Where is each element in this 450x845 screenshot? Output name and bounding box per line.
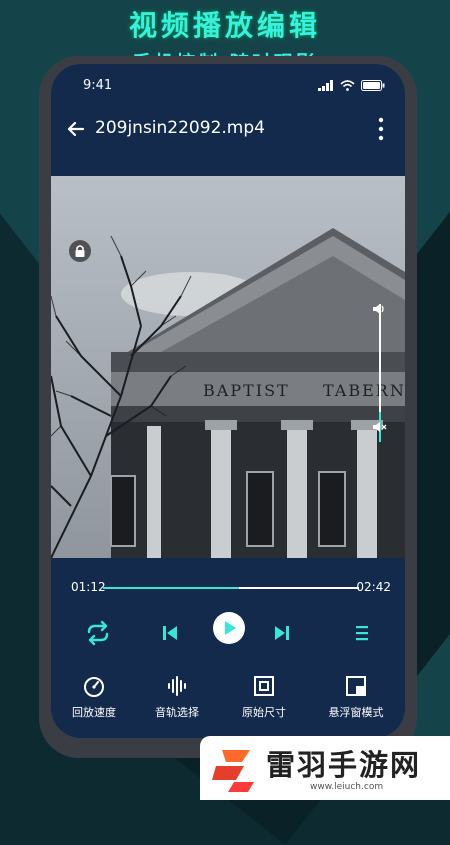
total-time: 02:42 <box>356 580 391 594</box>
previous-icon[interactable] <box>155 618 185 648</box>
tool-label: 音轨选择 <box>155 706 199 719</box>
floating-window-icon <box>346 676 366 696</box>
playback-controls <box>51 612 405 656</box>
watermark-logo-icon <box>212 750 254 792</box>
audio-wave-icon <box>168 676 186 696</box>
tool-original-size[interactable]: 原始尺寸 <box>224 674 304 720</box>
lock-button[interactable] <box>69 240 91 262</box>
video-filename: 209jnsin22092.mp4 <box>95 118 265 138</box>
loop-icon[interactable] <box>83 618 113 648</box>
watermark-url: www.leiuch.com <box>310 782 384 792</box>
progress-track[interactable] <box>103 587 359 589</box>
building-sign-right: TABERNA <box>323 381 405 400</box>
progress-row: 01:12 02:42 <box>51 580 405 600</box>
status-icons <box>318 80 385 91</box>
volume-mute-icon <box>373 422 387 432</box>
watermark: 雷羽手游网 www.leiuch.com <box>200 736 450 800</box>
video-frame[interactable]: BAPTIST TABERNA <box>51 176 405 558</box>
playlist-icon[interactable] <box>347 618 377 648</box>
current-time: 01:12 <box>71 580 106 594</box>
watermark-text: 雷羽手游网 <box>266 748 422 782</box>
tool-floating-window[interactable]: 悬浮窗模式 <box>316 674 396 720</box>
video-image: BAPTIST TABERNA <box>51 176 405 558</box>
tool-label: 原始尺寸 <box>242 706 286 719</box>
play-icon <box>225 621 236 635</box>
wifi-icon <box>340 80 355 91</box>
tool-label: 悬浮窗模式 <box>328 706 384 719</box>
progress-fill <box>103 587 239 589</box>
phone-screen: 9:41 209jnsin22092.mp4 BAPTIST TABERN 01… <box>51 64 405 738</box>
speed-gauge-icon <box>84 677 104 697</box>
status-bar: 9:41 <box>83 78 385 98</box>
tool-bar: 回放速度 音轨选择 原始尺寸 悬浮窗模式 <box>51 674 405 734</box>
back-arrow-icon[interactable] <box>65 118 87 140</box>
tool-audio-track[interactable]: 音轨选择 <box>137 674 217 720</box>
next-icon[interactable] <box>267 618 297 648</box>
promo-title: 视频播放编辑 <box>128 9 321 42</box>
tool-playback-speed[interactable]: 回放速度 <box>54 674 134 720</box>
signal-icon <box>318 80 333 91</box>
building-sign-left: BAPTIST <box>203 381 290 400</box>
play-button[interactable] <box>213 612 245 644</box>
battery-icon <box>361 80 385 91</box>
more-options-icon[interactable] <box>377 116 385 142</box>
status-time: 9:41 <box>83 78 113 93</box>
header: 209jnsin22092.mp4 <box>51 116 405 146</box>
original-size-icon <box>254 676 274 696</box>
tool-label: 回放速度 <box>72 706 116 719</box>
volume-up-icon <box>373 304 384 314</box>
volume-track[interactable] <box>379 304 381 412</box>
lock-icon <box>75 245 85 257</box>
